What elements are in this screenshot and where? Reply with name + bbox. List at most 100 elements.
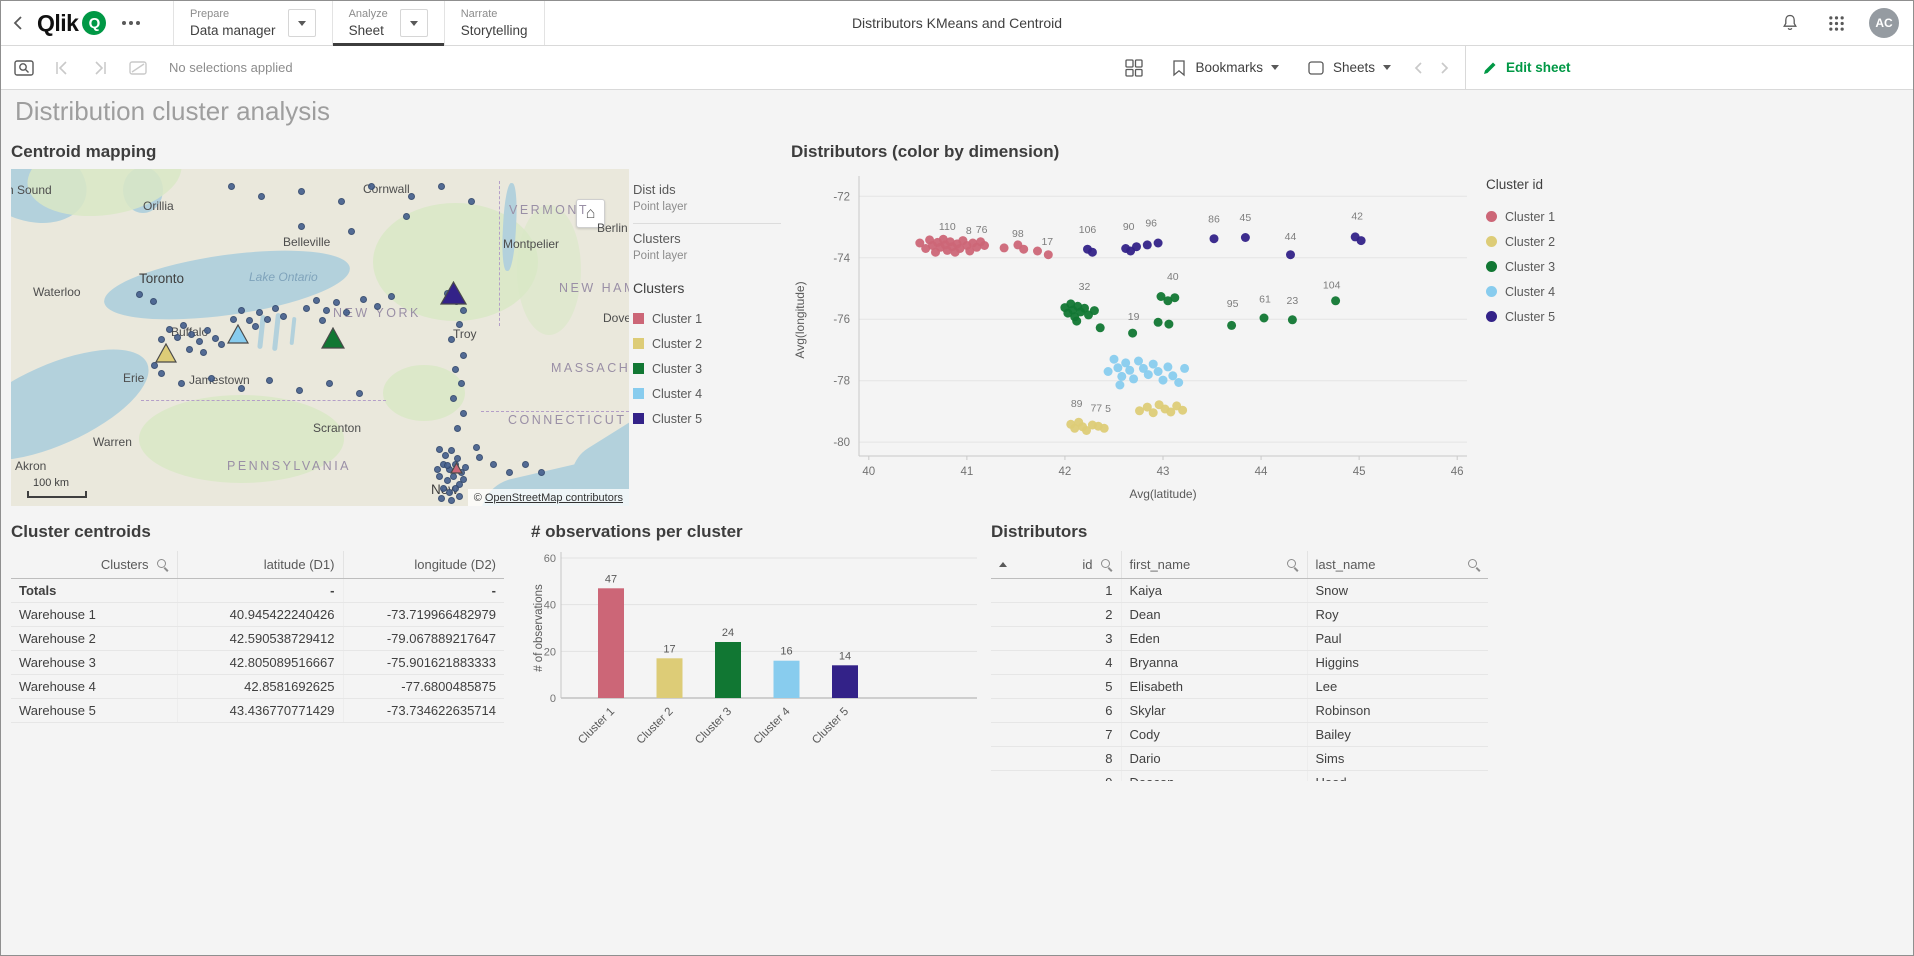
table-cell[interactable]: Warehouse 1 (11, 602, 177, 626)
map-distributor-point[interactable] (450, 395, 457, 402)
map-distributor-point[interactable] (256, 309, 263, 316)
search-icon[interactable] (1467, 558, 1480, 571)
selections-tool-button[interactable] (11, 55, 37, 81)
map-distributor-point[interactable] (296, 387, 303, 394)
distributors-table-viewport[interactable]: idfirst_namelast_name1KaiyaSnow2DeanRoy3… (991, 551, 1488, 781)
bar-cluster-4[interactable] (774, 661, 800, 698)
bar-cluster-2[interactable] (657, 658, 683, 698)
map-distributor-point[interactable] (158, 370, 165, 377)
step-back-button[interactable] (49, 55, 75, 81)
map-distributor-point[interactable] (448, 447, 455, 454)
table-cell[interactable]: Warehouse 4 (11, 674, 177, 698)
legend-item-cluster-1[interactable]: Cluster 1 (633, 306, 781, 331)
table-cell[interactable]: Warehouse 2 (11, 626, 177, 650)
map-distributor-point[interactable] (298, 188, 305, 195)
map-centroid-triangle-cluster-2[interactable] (155, 343, 177, 363)
map-distributor-point[interactable] (208, 375, 215, 382)
map-distributor-point[interactable] (298, 223, 305, 230)
scatter-point-cluster-2[interactable] (1149, 408, 1158, 417)
scatter-point-cluster-2[interactable] (1135, 406, 1144, 415)
scatter-point-cluster-1[interactable] (980, 241, 989, 250)
map-distributor-point[interactable] (333, 299, 340, 306)
map-distributor-point[interactable] (158, 336, 165, 343)
prepare-dropdown-button[interactable] (288, 9, 316, 37)
table-row[interactable]: Warehouse 140.945422240426-73.7199664829… (11, 602, 504, 626)
map-distributor-point[interactable] (460, 307, 467, 314)
map-distributor-point[interactable] (252, 323, 259, 330)
map-centroid-triangle-cluster-3[interactable] (321, 327, 345, 349)
back-button[interactable] (1, 1, 35, 45)
notifications-button[interactable] (1777, 10, 1803, 36)
map-distributor-point[interactable] (238, 307, 245, 314)
table-cell[interactable]: 42.8581692625 (177, 674, 343, 698)
map-distributor-point[interactable] (348, 228, 355, 235)
table-cell[interactable]: Paul (1307, 626, 1488, 650)
map-distributor-point[interactable] (303, 305, 310, 312)
table-row[interactable]: 3EdenPaul (991, 626, 1488, 650)
map-distributor-point[interactable] (360, 296, 367, 303)
map-distributor-point[interactable] (490, 461, 497, 468)
legend-item-cluster-1[interactable]: Cluster 1 (1486, 204, 1601, 229)
column-header-id[interactable]: id (991, 551, 1121, 578)
map-distributor-point[interactable] (452, 366, 459, 373)
table-cell[interactable]: Dario (1121, 746, 1307, 770)
map-distributor-point[interactable] (150, 298, 157, 305)
map-centroid-triangle-cluster-4[interactable] (227, 324, 249, 344)
table-cell[interactable]: Totals (11, 578, 177, 602)
scatter-point-cluster-4[interactable] (1154, 367, 1163, 376)
table-cell[interactable]: - (177, 578, 343, 602)
scatter-chart[interactable]: -72-74-76-78-8040414243444546Avg(latitud… (791, 166, 1905, 515)
map-distributor-point[interactable] (448, 497, 455, 504)
table-cell[interactable]: Kaiya (1121, 578, 1307, 602)
scatter-point-cluster-3[interactable] (1128, 329, 1137, 338)
table-cell[interactable]: Cody (1121, 722, 1307, 746)
scatter-point-cluster-2[interactable] (1178, 406, 1187, 415)
table-cell[interactable]: 5 (991, 674, 1121, 698)
table-cell[interactable]: Higgins (1307, 650, 1488, 674)
map-distributor-point[interactable] (448, 336, 455, 343)
table-row[interactable]: 1KaiyaSnow (991, 578, 1488, 602)
map-distributor-point[interactable] (356, 390, 363, 397)
map-distributor-point[interactable] (212, 335, 219, 342)
table-cell[interactable]: Deacon (1121, 770, 1307, 781)
table-cell[interactable]: 4 (991, 650, 1121, 674)
table-cell[interactable]: Dean (1121, 602, 1307, 626)
table-row[interactable]: Warehouse 242.590538729412-79.0678892176… (11, 626, 504, 650)
table-cell[interactable]: 40.945422240426 (177, 602, 343, 626)
table-cell[interactable]: - (343, 578, 504, 602)
map-distributor-point[interactable] (438, 495, 445, 502)
table-cell[interactable]: Elisabeth (1121, 674, 1307, 698)
search-icon[interactable] (1100, 558, 1113, 571)
legend-item-cluster-2[interactable]: Cluster 2 (633, 331, 781, 356)
map-distributor-point[interactable] (452, 485, 459, 492)
legend-item-cluster-3[interactable]: Cluster 3 (633, 356, 781, 381)
map-distributor-point[interactable] (313, 297, 320, 304)
scatter-point-cluster-4[interactable] (1149, 360, 1158, 369)
column-header-latitude-d1-[interactable]: latitude (D1) (177, 551, 343, 578)
table-cell[interactable]: Robinson (1307, 698, 1488, 722)
scatter-point-cluster-5[interactable] (1088, 248, 1097, 257)
map-distributor-point[interactable] (442, 452, 449, 459)
table-cell[interactable]: -73.734622635714 (343, 698, 504, 722)
edit-sheet-button[interactable]: Edit sheet (1465, 46, 1913, 89)
scatter-point-cluster-4[interactable] (1110, 355, 1119, 364)
search-icon[interactable] (156, 558, 169, 571)
map-distributor-point[interactable] (319, 317, 326, 324)
table-row[interactable]: Totals-- (11, 578, 504, 602)
table-cell[interactable]: Warehouse 5 (11, 698, 177, 722)
map-distributor-point[interactable] (436, 446, 443, 453)
step-forward-button[interactable] (87, 55, 113, 81)
table-cell[interactable]: 1 (991, 578, 1121, 602)
user-avatar[interactable]: AC (1869, 8, 1899, 38)
table-row[interactable]: 6SkylarRobinson (991, 698, 1488, 722)
map-distributor-point[interactable] (180, 322, 187, 329)
nav-analyze[interactable]: Analyze Sheet (333, 1, 445, 45)
map-distributor-point[interactable] (506, 469, 513, 476)
map-distributor-point[interactable] (280, 313, 287, 320)
legend-item-cluster-2[interactable]: Cluster 2 (1486, 229, 1601, 254)
scatter-point-cluster-3[interactable] (1331, 296, 1340, 305)
map-distributor-point[interactable] (323, 307, 330, 314)
table-cell[interactable]: Sims (1307, 746, 1488, 770)
map-distributor-point[interactable] (178, 380, 185, 387)
scatter-point-cluster-4[interactable] (1159, 376, 1168, 385)
